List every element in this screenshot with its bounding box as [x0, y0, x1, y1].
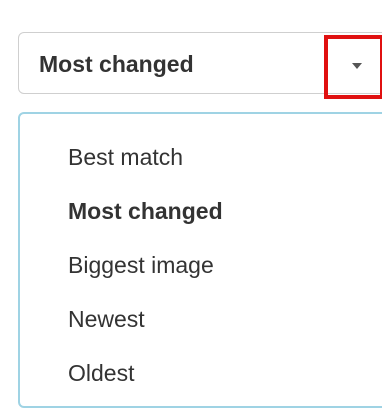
sort-select-value: Most changed	[39, 51, 194, 77]
sort-dropdown-panel: Most changed Best match Most changed Big…	[0, 0, 382, 412]
sort-option-biggest-image[interactable]: Biggest image	[68, 238, 223, 292]
sort-option-newest[interactable]: Newest	[68, 292, 223, 346]
sort-options-list: Best match Most changed Biggest image Ne…	[68, 130, 223, 400]
sort-options-menu: Best match Most changed Biggest image Ne…	[18, 112, 382, 408]
sort-option-oldest[interactable]: Oldest	[68, 346, 223, 400]
caret-down-icon	[352, 63, 362, 69]
sort-option-best-match[interactable]: Best match	[68, 130, 223, 184]
sort-option-most-changed[interactable]: Most changed	[68, 184, 223, 238]
dropdown-toggle-button[interactable]	[324, 35, 382, 99]
